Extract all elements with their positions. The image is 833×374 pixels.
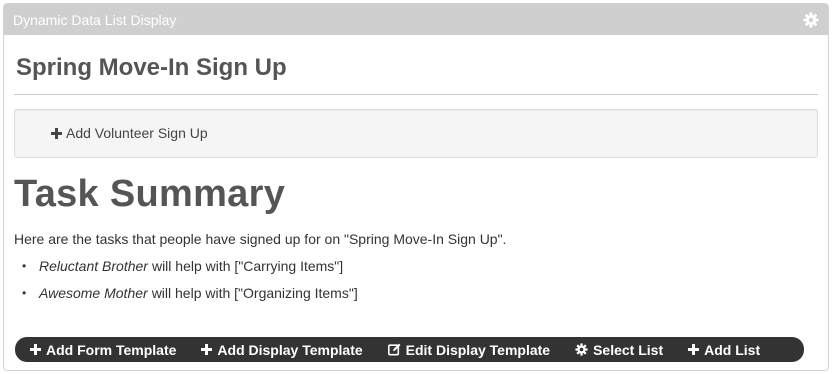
page-title: Spring Move-In Sign Up: [16, 54, 287, 81]
plus-icon: [51, 127, 62, 139]
task-text: will help with ["Carrying Items"]: [151, 257, 344, 274]
select-list-label: Select List: [593, 341, 664, 358]
edit-icon: [387, 343, 401, 356]
list-item: • Reluctant Brother will help with ["Car…: [22, 252, 358, 279]
add-display-template-label: Add Display Template: [217, 341, 363, 358]
add-list-button[interactable]: Add List: [688, 342, 760, 358]
plus-icon: [688, 344, 700, 355]
task-summary-heading: Task Summary: [14, 173, 286, 215]
bullet-icon: •: [22, 285, 27, 300]
add-display-template-button[interactable]: Add Display Template: [201, 341, 363, 358]
panel-title: Dynamic Data List Display: [13, 11, 177, 28]
template-toolbar: Add Form Template Add Display Template E…: [15, 337, 804, 362]
task-text: will help with ["Organizing Items"]: [151, 284, 358, 301]
add-volunteer-signup-label: Add Volunteer Sign Up: [66, 125, 208, 141]
list-item: • Awesome Mother will help with ["Organi…: [22, 279, 358, 306]
add-form-template-button[interactable]: Add Form Template: [30, 342, 176, 358]
edit-display-template-label: Edit Display Template: [405, 341, 551, 358]
add-volunteer-signup-button[interactable]: Add Volunteer Sign Up: [51, 125, 208, 141]
add-form-template-label: Add Form Template: [46, 341, 177, 358]
edit-display-template-button[interactable]: Edit Display Template: [387, 341, 551, 358]
dynamic-data-list-panel: Dynamic Data List Display Spring Move-In…: [3, 3, 829, 371]
bullet-icon: •: [22, 258, 27, 273]
title-divider: [14, 94, 818, 95]
task-summary-intro: Here are the tasks that people have sign…: [14, 231, 507, 247]
plus-icon: [201, 344, 213, 355]
add-list-label: Add List: [704, 341, 761, 358]
signup-well: Add Volunteer Sign Up: [14, 109, 818, 158]
panel-header: Dynamic Data List Display: [4, 4, 828, 35]
task-list: • Reluctant Brother will help with ["Car…: [22, 252, 358, 306]
plus-icon: [30, 344, 41, 355]
task-person: Reluctant Brother: [39, 257, 148, 274]
select-list-button[interactable]: Select List: [575, 342, 663, 358]
gear-icon[interactable]: [802, 11, 820, 29]
task-person: Awesome Mother: [39, 284, 148, 301]
gear-icon: [575, 343, 588, 356]
